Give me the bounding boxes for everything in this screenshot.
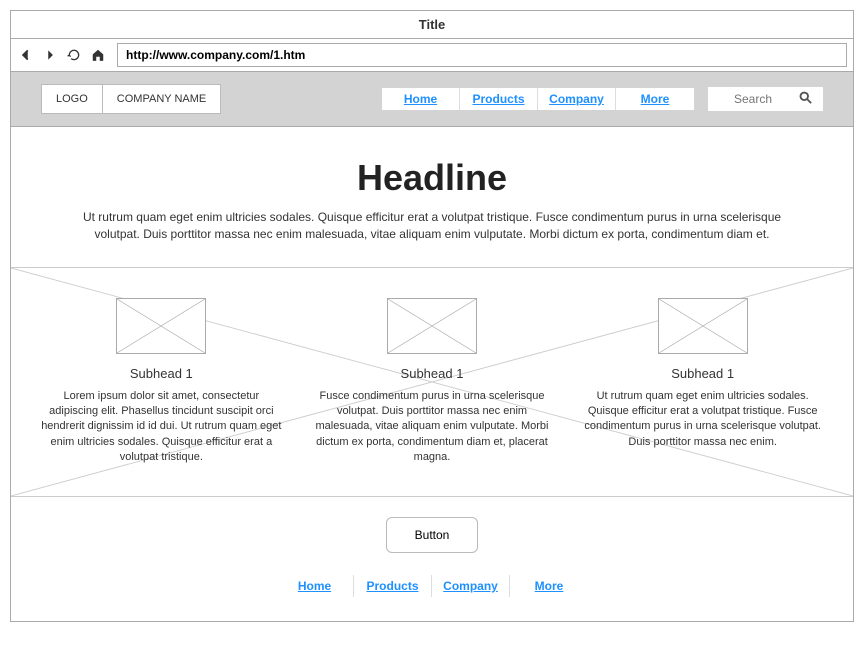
footer-nav-company[interactable]: Company [432, 575, 510, 597]
search-input[interactable] [718, 92, 788, 106]
column-subhead: Subhead 1 [582, 366, 823, 381]
image-placeholder-icon [658, 298, 748, 354]
column-body: Lorem ipsum dolor sit amet, consectetur … [41, 389, 282, 466]
nav-products[interactable]: Products [460, 88, 538, 110]
browser-window: Title LOGO COMPANY NAME Home Products Co… [10, 10, 854, 622]
column-1: Subhead 1 Lorem ipsum dolor sit amet, co… [41, 298, 282, 466]
footer-section: Button Home Products Company More [11, 497, 853, 621]
nav-more[interactable]: More [616, 88, 694, 110]
footer-nav-home[interactable]: Home [276, 575, 354, 597]
hero-section: Headline Ut rutrum quam eget enim ultric… [11, 127, 853, 268]
column-subhead: Subhead 1 [312, 366, 553, 381]
column-body: Ut rutrum quam eget enim ultricies sodal… [582, 389, 823, 451]
search-box [708, 87, 823, 111]
company-name: COMPANY NAME [103, 84, 221, 114]
hero-body: Ut rutrum quam eget enim ultricies sodal… [61, 209, 803, 243]
footer-nav-more[interactable]: More [510, 575, 588, 597]
image-placeholder-icon [387, 298, 477, 354]
home-button[interactable] [89, 46, 107, 64]
column-subhead: Subhead 1 [41, 366, 282, 381]
window-title: Title [11, 11, 853, 39]
page-content: Headline Ut rutrum quam eget enim ultric… [11, 127, 853, 621]
image-placeholder-icon [116, 298, 206, 354]
primary-nav: Home Products Company More [382, 88, 694, 110]
logo: LOGO [41, 84, 103, 114]
search-icon[interactable] [798, 90, 813, 108]
browser-toolbar [11, 39, 853, 72]
refresh-button[interactable] [65, 46, 83, 64]
url-input[interactable] [117, 43, 847, 67]
forward-button[interactable] [41, 46, 59, 64]
footer-nav-products[interactable]: Products [354, 575, 432, 597]
column-2: Subhead 1 Fusce condimentum purus in urn… [312, 298, 553, 466]
page-header: LOGO COMPANY NAME Home Products Company … [11, 72, 853, 127]
column-body: Fusce condimentum purus in urna sceleris… [312, 389, 553, 466]
column-3: Subhead 1 Ut rutrum quam eget enim ultri… [582, 298, 823, 466]
headline: Headline [61, 157, 803, 199]
back-button[interactable] [17, 46, 35, 64]
footer-nav: Home Products Company More [11, 575, 853, 597]
main-button[interactable]: Button [386, 517, 479, 553]
nav-company[interactable]: Company [538, 88, 616, 110]
nav-home[interactable]: Home [382, 88, 460, 110]
columns-section: Subhead 1 Lorem ipsum dolor sit amet, co… [11, 268, 853, 497]
